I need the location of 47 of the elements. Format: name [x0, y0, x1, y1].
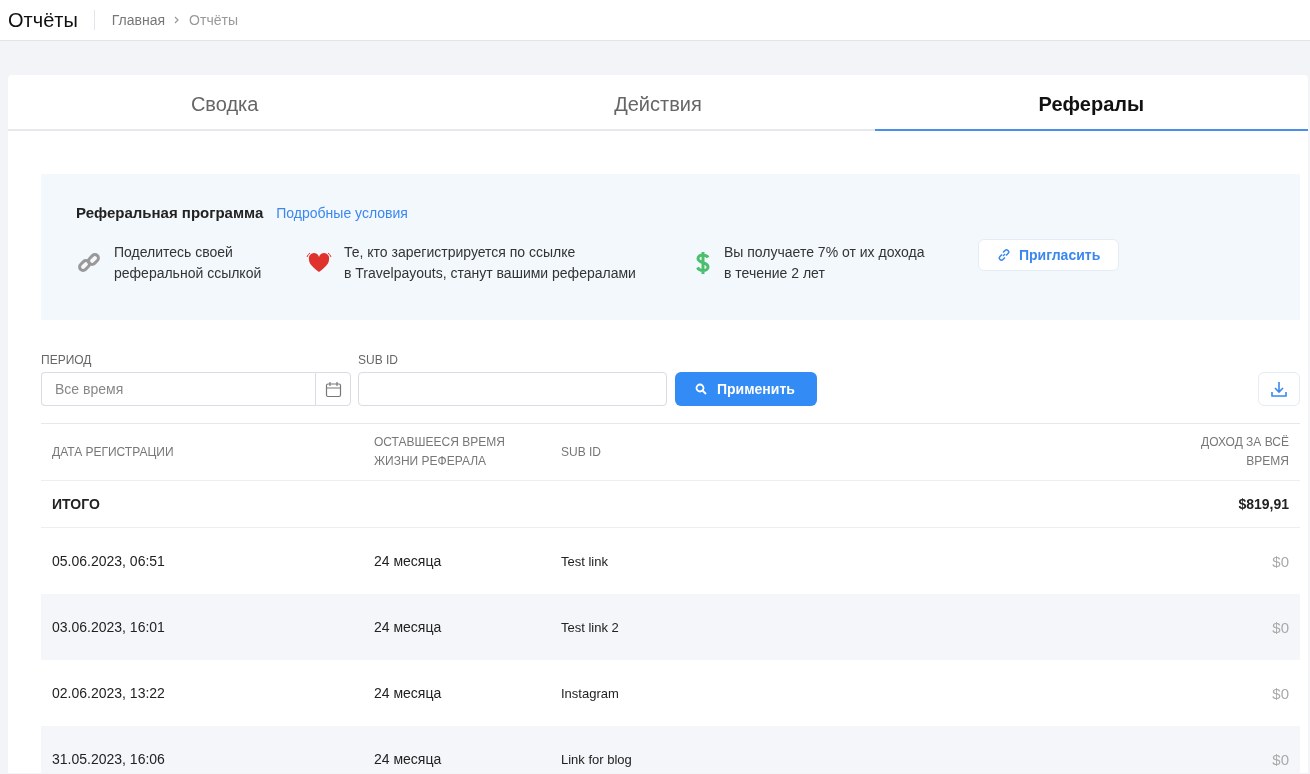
terms-link[interactable]: Подробные условия [276, 205, 408, 221]
table-cell: Test link [550, 527, 882, 594]
step-text: Поделитесь своей реферальной ссылкой [114, 243, 262, 283]
table-cell: 05.06.2023, 06:51 [41, 527, 363, 594]
field-label: ПЕРИОД [41, 353, 93, 367]
table-cell: $819,91 [881, 480, 1300, 528]
table-cell: ИТОГО [41, 480, 363, 528]
table-cell: 24 месяца [363, 660, 550, 726]
column-header: SUB ID [561, 443, 601, 461]
search-icon [695, 383, 707, 395]
tab[interactable]: Сводка [8, 75, 442, 131]
download-button[interactable] [1258, 372, 1300, 406]
breadcrumb-link[interactable]: Отчёты [189, 12, 238, 28]
calendar-button[interactable] [315, 372, 351, 406]
link-icon [997, 248, 1011, 262]
table-cell: Instagram [550, 660, 882, 726]
apply-button[interactable]: Применить [675, 372, 817, 406]
tab[interactable]: Рефералы [874, 75, 1308, 131]
breadcrumb-link[interactable]: Главная [111, 12, 166, 28]
sub-id-field[interactable] [358, 372, 667, 406]
table-cell: $0 [881, 660, 1300, 726]
table-cell: 24 месяца [363, 726, 550, 773]
table-cell: $0 [881, 726, 1300, 773]
tab[interactable]: Действия [441, 75, 875, 131]
table-cell: 24 месяца [363, 594, 550, 660]
invite-button[interactable]: Пригласить [978, 239, 1120, 271]
table-cell: 24 месяца [363, 527, 550, 594]
table-cell: 03.06.2023, 16:01 [41, 594, 363, 660]
table-cell: $0 [881, 527, 1300, 594]
step-text: Вы получаете 7% от их дохода в течение 2 лет [724, 243, 925, 283]
dollar-sign-icon [694, 250, 712, 276]
download-icon [1270, 380, 1288, 398]
table-cell: 31.05.2023, 16:06 [41, 726, 363, 773]
table-cell: Test link 2 [550, 594, 882, 660]
banner-title: Реферальная программа [76, 204, 264, 221]
calendar-icon [324, 380, 342, 398]
field-label: SUB ID [358, 353, 399, 367]
column-header: ДОХОД ЗА ВСЁ ВРЕМЯ [1200, 434, 1289, 470]
column-header: ОСТАВШЕЕСЯ ВРЕМЯ ЖИЗНИ РЕФЕРАЛА [374, 434, 506, 470]
table-cell: 02.06.2023, 13:22 [41, 660, 363, 726]
heart-icon [306, 252, 332, 274]
period-field[interactable]: Все время [41, 372, 315, 406]
table-cell: $0 [881, 594, 1300, 660]
page-title: Отчёты [8, 10, 95, 30]
step-text: Те, кто зарегистрируется по ссылке в Travelpayouts, станут вашими рефералами [344, 243, 636, 283]
table-cell: Link for blog [550, 726, 882, 773]
column-header: ДАТА РЕГИСТРАЦИИ [52, 443, 174, 461]
